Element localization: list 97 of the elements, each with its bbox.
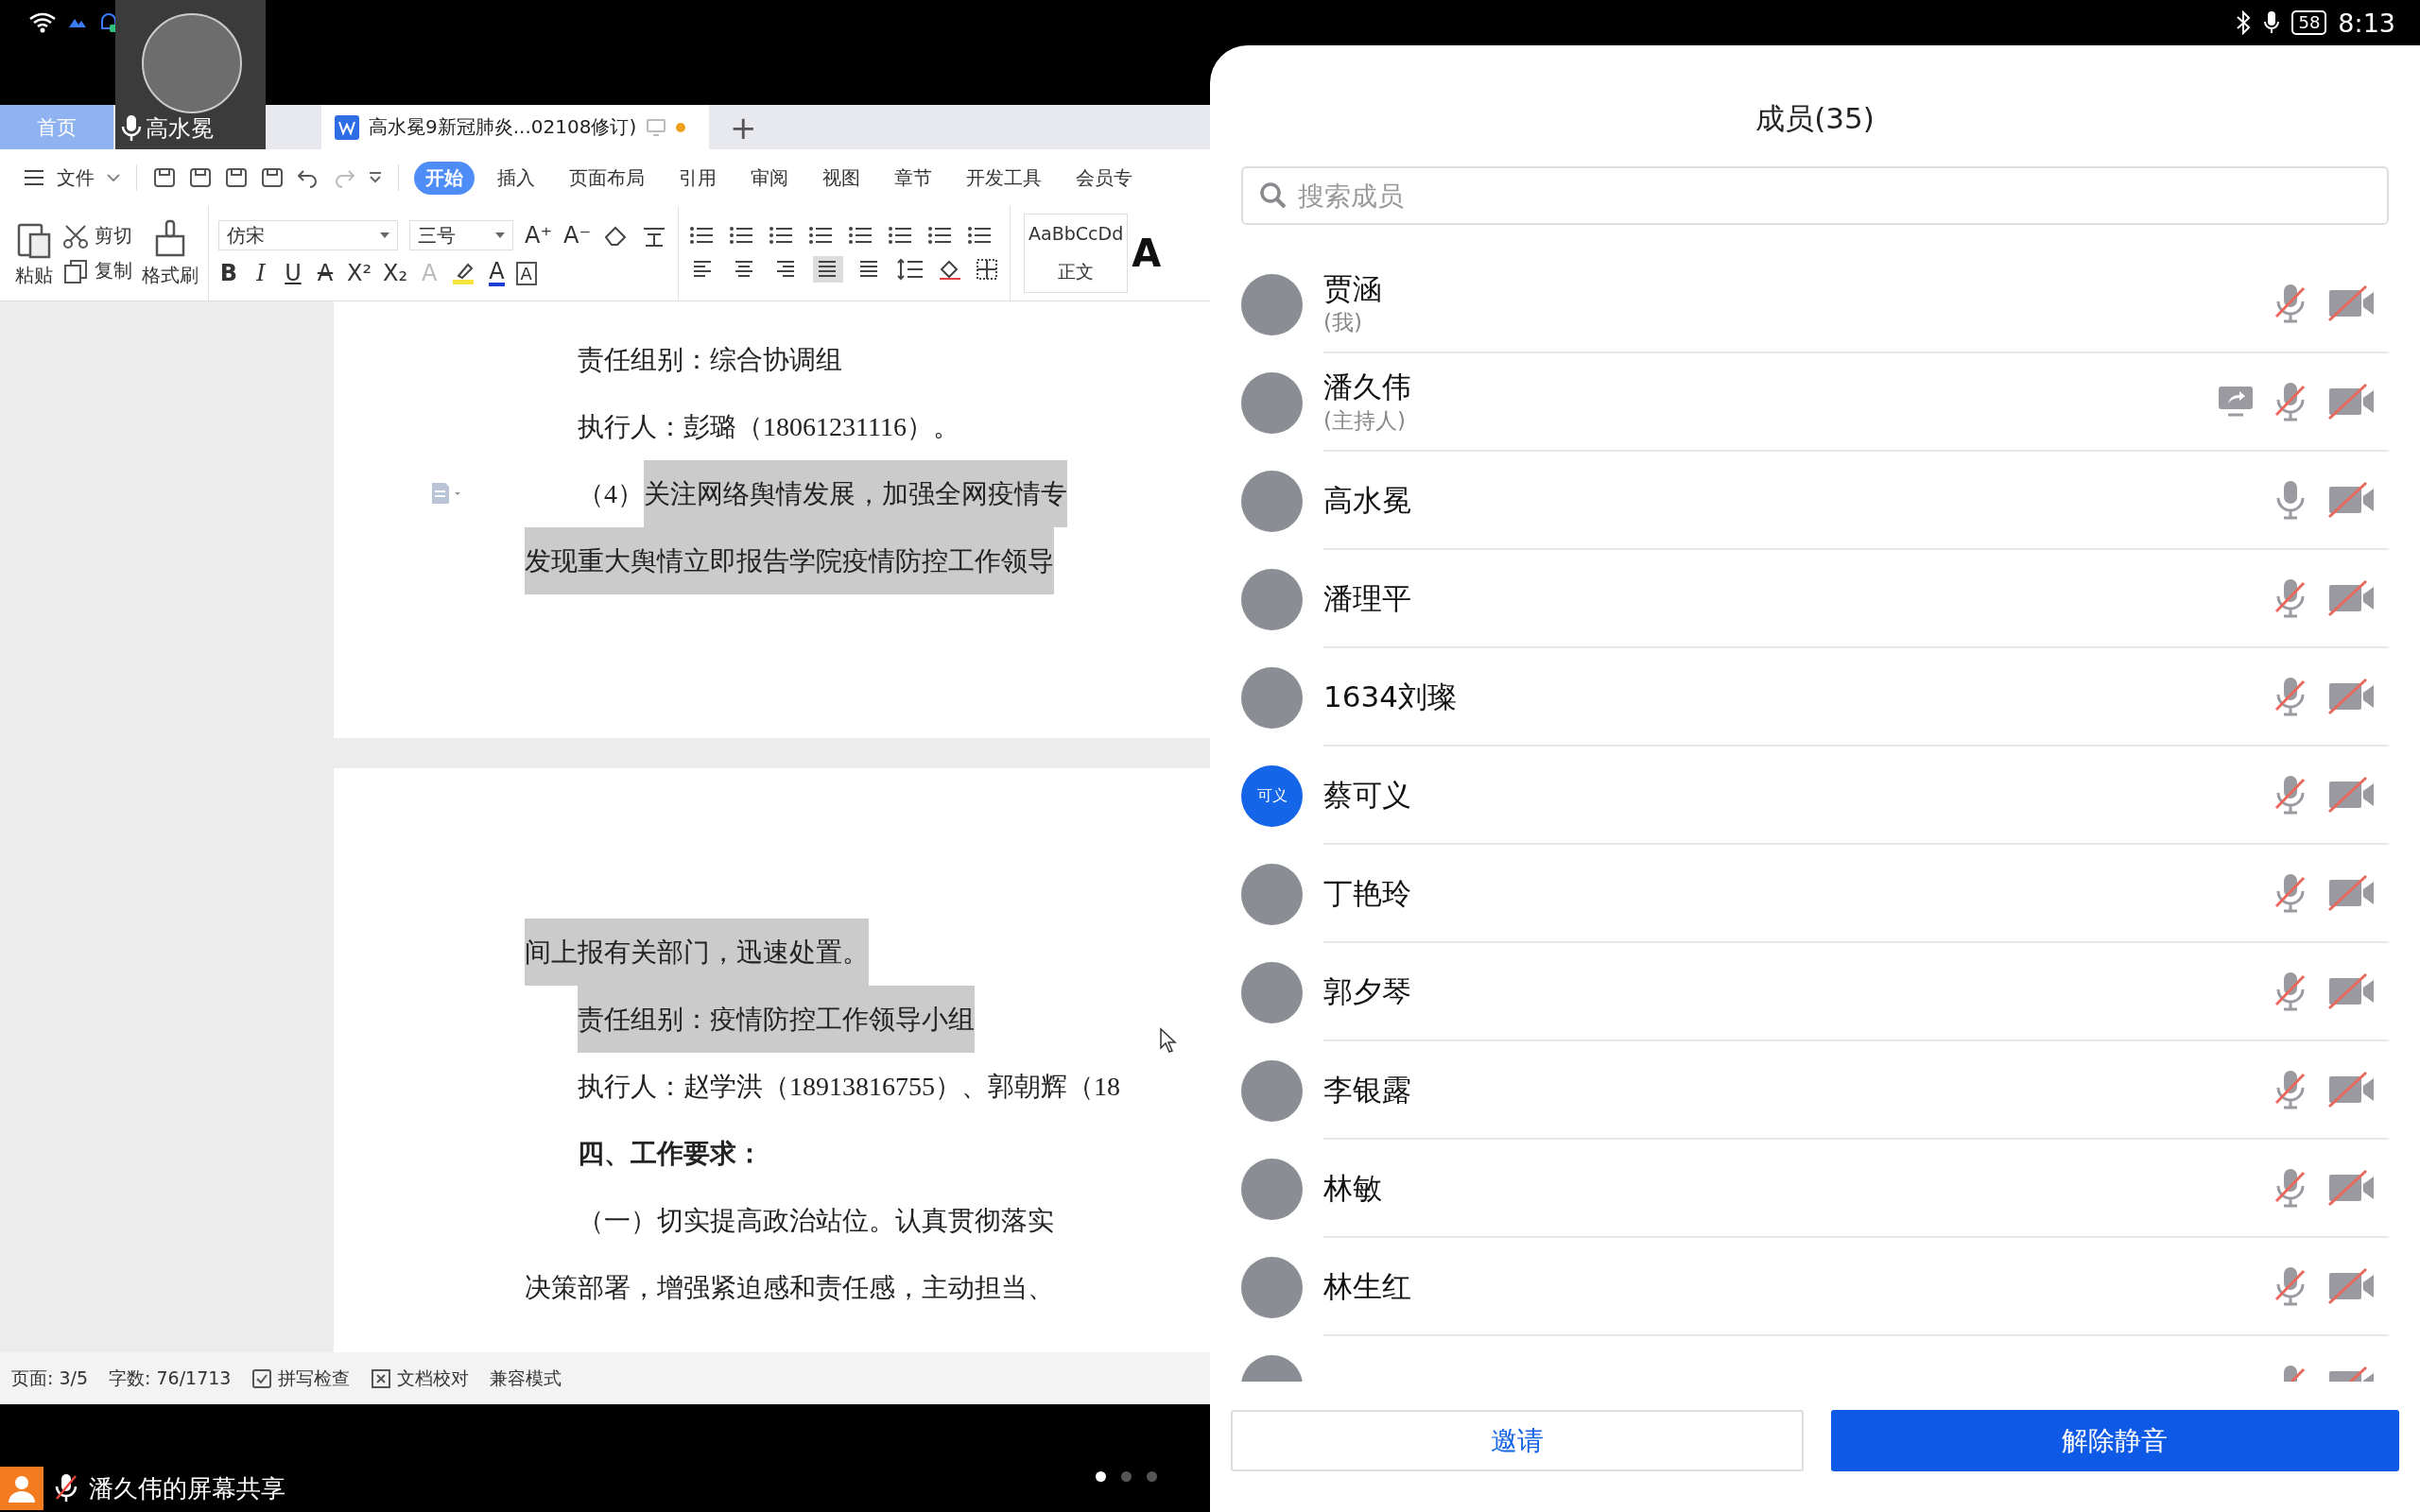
member-name: 郭夕琴 bbox=[1323, 973, 1412, 1010]
document-text-line: 执行人：彭璐（18061231116）。 bbox=[577, 411, 959, 443]
document-text-line: 责任组别：综合协调组 bbox=[577, 344, 842, 376]
style-gallery-item[interactable]: AaBbCcDd 正文 bbox=[1024, 214, 1129, 293]
microphone-icon[interactable] bbox=[2273, 283, 2308, 324]
member-role: (我) bbox=[1323, 309, 1363, 336]
unmute-button[interactable]: 解除静音 bbox=[1830, 1410, 2399, 1471]
line-spacing-icon[interactable] bbox=[896, 258, 925, 281]
status-toggle[interactable]: 文档校对 bbox=[371, 1366, 470, 1391]
invite-button[interactable]: 邀请 bbox=[1231, 1410, 1804, 1471]
format-button[interactable]: X² bbox=[347, 260, 372, 286]
page-indicator-dot[interactable] bbox=[1147, 1471, 1157, 1482]
status-toggle[interactable]: 拼写检查 bbox=[251, 1366, 351, 1391]
document-tab-title: 高水冕9新冠肺炎...02108修订) bbox=[369, 114, 637, 140]
format-button[interactable]: U bbox=[283, 260, 303, 286]
cut-button[interactable]: 剪切 bbox=[62, 223, 132, 249]
member-name: 潘理平 bbox=[1323, 580, 1412, 617]
page-indicator-dot[interactable] bbox=[1096, 1471, 1106, 1482]
microphone-icon[interactable] bbox=[2273, 872, 2308, 914]
save-icon[interactable] bbox=[152, 165, 177, 190]
font-color-button[interactable]: A bbox=[489, 260, 505, 286]
member-name: 1634刘璨 bbox=[1323, 679, 1458, 715]
paint-brush-icon bbox=[153, 218, 187, 259]
microphone-icon[interactable] bbox=[2273, 381, 2308, 422]
status-text: 页面: 3/5 bbox=[11, 1366, 89, 1390]
member-name: 林生红 bbox=[1323, 1268, 1412, 1305]
style-gallery-item[interactable]: A bbox=[1132, 232, 1162, 275]
format-button[interactable]: A bbox=[315, 260, 336, 286]
document-text-line: （一）切实提高政治站位。认真贯彻落实 bbox=[577, 1205, 1054, 1237]
format-button[interactable]: B bbox=[218, 260, 239, 286]
microphone-icon[interactable] bbox=[2273, 1265, 2308, 1307]
member-name: 潘久伟 bbox=[1323, 369, 1412, 405]
screen-share-label: 潘久伟的屏幕共享 bbox=[89, 1472, 285, 1504]
member-name: 蔡可义 bbox=[1323, 777, 1412, 814]
member-name: 林敏 bbox=[1323, 1170, 1383, 1207]
document-text-line: 四、工作要求： bbox=[577, 1138, 763, 1170]
status-toggle[interactable]: 兼容模式 bbox=[490, 1366, 562, 1391]
cross-box-icon bbox=[371, 1367, 392, 1389]
copy-icon bbox=[62, 258, 89, 284]
microphone-icon[interactable] bbox=[2273, 1167, 2308, 1209]
font-size-dropdown[interactable]: 三号 bbox=[409, 220, 513, 250]
member-name: 高水冕 bbox=[1323, 482, 1412, 519]
member-role: (主持人) bbox=[1323, 407, 1407, 435]
ribbon-tab[interactable]: 审阅 bbox=[739, 161, 800, 195]
panel-title: 成员(35) bbox=[1754, 100, 1876, 137]
avatar: 可义 bbox=[1241, 765, 1303, 827]
ribbon-tab[interactable]: 页面布局 bbox=[558, 161, 656, 195]
ribbon-tab[interactable]: 插入 bbox=[486, 161, 546, 195]
chevron-down-icon[interactable] bbox=[368, 171, 383, 184]
format-button[interactable]: X₂ bbox=[383, 260, 408, 286]
person-icon bbox=[0, 1467, 43, 1510]
search-field[interactable]: 搜索成员 bbox=[1241, 166, 2389, 225]
member-name: 李银露 bbox=[1323, 1072, 1412, 1108]
clock-time: 8:13 bbox=[2338, 8, 2395, 38]
ribbon-tab[interactable]: 章节 bbox=[883, 161, 943, 195]
document-text-line: 执行人：赵学洪（18913816755）、郭朝辉（18 bbox=[577, 1071, 1120, 1103]
ribbon-tab[interactable]: 视图 bbox=[811, 161, 872, 195]
member-name: 贾涵 bbox=[1323, 270, 1383, 307]
unsaved-dot-icon bbox=[676, 122, 686, 132]
checkbox-icon bbox=[251, 1367, 273, 1389]
format-button[interactable]: I bbox=[251, 260, 271, 286]
character-border-button[interactable]: A bbox=[515, 261, 537, 285]
wifi-icon bbox=[28, 11, 57, 34]
new-tab-button[interactable]: + bbox=[730, 108, 757, 146]
status-text: 字数: 76/1713 bbox=[109, 1366, 232, 1390]
file-menu[interactable]: 文件 bbox=[57, 164, 95, 191]
ribbon-tab[interactable]: 引用 bbox=[667, 161, 728, 195]
copy-button[interactable]: 复制 bbox=[62, 258, 132, 284]
mouse-pointer-icon bbox=[1159, 1027, 1178, 1054]
page-indicator-dot[interactable] bbox=[1121, 1471, 1132, 1482]
caret-icon bbox=[380, 232, 389, 238]
microphone-icon[interactable] bbox=[2273, 774, 2308, 816]
microphone-icon[interactable] bbox=[2273, 676, 2308, 717]
paste-button[interactable]: 粘贴 bbox=[15, 206, 53, 301]
align-button[interactable] bbox=[813, 256, 844, 283]
font-name-dropdown[interactable]: 仿宋 bbox=[218, 220, 398, 250]
monitor-icon bbox=[646, 117, 667, 137]
font-size-button[interactable]: A⁻ bbox=[563, 222, 592, 249]
document-icon bbox=[335, 114, 359, 140]
document-text-line: 决策部署，增强紧迫感和责任感，主动担当、 bbox=[525, 1272, 1054, 1304]
ribbon-tab[interactable]: 开发工具 bbox=[955, 161, 1053, 195]
member-name: 丁艳玲 bbox=[1323, 875, 1412, 912]
microphone-icon[interactable] bbox=[2273, 1069, 2308, 1110]
participant-name: 高水冕 bbox=[146, 114, 214, 144]
microphone-icon[interactable] bbox=[2273, 577, 2308, 619]
battery-level: 58 bbox=[2291, 10, 2327, 35]
font-size-button[interactable]: A⁺ bbox=[525, 222, 553, 249]
chevron-down-icon[interactable] bbox=[106, 173, 121, 182]
ribbon-tab[interactable]: 会员专 bbox=[1064, 161, 1144, 195]
menu-icon[interactable] bbox=[23, 168, 45, 187]
document-tab[interactable]: 高水冕9新冠肺炎...02108修订) bbox=[321, 105, 709, 149]
caret-icon bbox=[495, 232, 505, 238]
bluetooth-icon bbox=[2235, 10, 2253, 35]
microphone-icon[interactable] bbox=[2273, 971, 2308, 1012]
microphone-icon bbox=[2263, 10, 2281, 35]
scissors-icon bbox=[62, 223, 89, 249]
format-painter-button[interactable]: 格式刷 bbox=[142, 206, 199, 301]
